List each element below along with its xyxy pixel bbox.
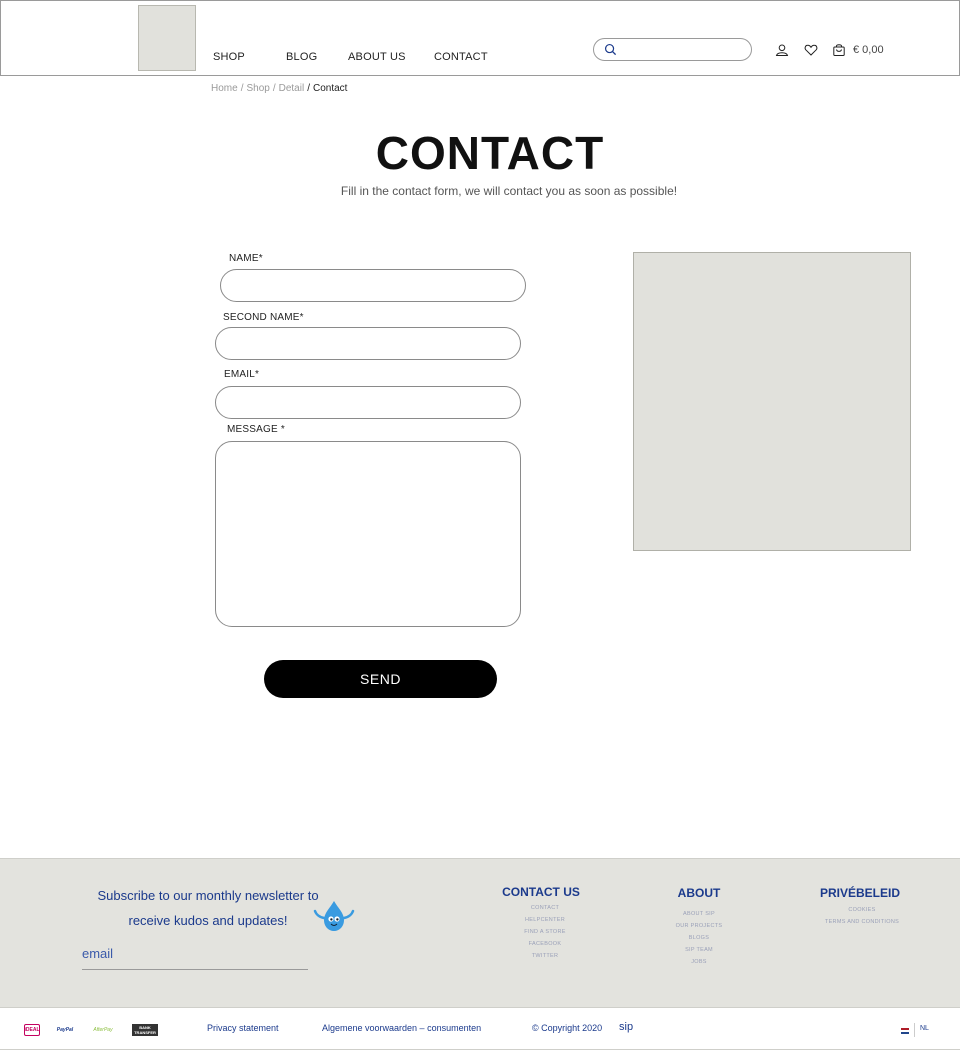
footer-link-contact[interactable]: CONTACT: [505, 902, 585, 914]
cart-total[interactable]: € 0,00: [853, 44, 884, 56]
search-icon[interactable]: [604, 43, 617, 56]
footer-link-our-projects[interactable]: OUR PROJECTS: [659, 920, 739, 932]
page-title: CONTACT: [375, 127, 605, 179]
paypal-logo: PayPal: [56, 1027, 74, 1033]
breadcrumb-detail[interactable]: Detail: [279, 83, 305, 94]
message-field[interactable]: [215, 441, 521, 627]
name-label: NAME*: [229, 253, 263, 264]
footer-link-twitter[interactable]: TWITTER: [505, 950, 585, 962]
afterpay-logo: AfterPay: [93, 1027, 113, 1033]
site-header: SHOP BLOG ABOUT US CONTACT € 0,00: [0, 0, 960, 76]
sip-brand-mark[interactable]: sip: [619, 1021, 633, 1033]
nav-shop[interactable]: SHOP: [213, 51, 245, 63]
water-drop-mascot-icon: [313, 901, 355, 931]
bottom-bar: iDEAL PayPal AfterPay BANK TRANSFER Priv…: [0, 1007, 960, 1050]
footer-link-blogs[interactable]: BLOGS: [659, 932, 739, 944]
cart-icon[interactable]: [832, 43, 846, 57]
footer-col-about-title: ABOUT: [677, 886, 721, 900]
newsletter-email-input[interactable]: [82, 938, 308, 969]
footer-link-cookies[interactable]: COOKIES: [812, 904, 912, 916]
message-textarea[interactable]: [216, 442, 520, 626]
name-input[interactable]: [221, 270, 525, 301]
footer-col-about-links: ABOUT SIP OUR PROJECTS BLOGS SIP TEAM JO…: [659, 908, 739, 968]
logo[interactable]: [138, 5, 196, 71]
footer-link-facebook[interactable]: FACEBOOK: [505, 938, 585, 950]
newsletter-email-field[interactable]: [82, 938, 308, 970]
footer: Subscribe to our monthly newsletter to r…: [0, 858, 960, 1007]
breadcrumb: Home / Shop / Detail / Contact: [211, 83, 348, 94]
breadcrumb-shop[interactable]: Shop: [246, 83, 269, 94]
footer-col-privacy-links: COOKIES TERMS AND CONDITIONS: [812, 904, 912, 928]
footer-col-contact-links: CONTACT HELPCENTER FIND A STORE FACEBOOK…: [505, 902, 585, 962]
netherlands-flag-icon[interactable]: [901, 1028, 909, 1034]
name-field[interactable]: [220, 269, 526, 302]
footer-link-jobs[interactable]: JOBS: [659, 956, 739, 968]
search-box[interactable]: [593, 38, 752, 61]
newsletter-text: Subscribe to our monthly newsletter to r…: [97, 888, 319, 928]
footer-link-sip-team[interactable]: SIP TEAM: [659, 944, 739, 956]
footer-link-find-a-store[interactable]: FIND A STORE: [505, 926, 585, 938]
terms-consumers-link[interactable]: Algemene voorwaarden – consumenten: [322, 1023, 481, 1033]
footer-link-helpcenter[interactable]: HELPCENTER: [505, 914, 585, 926]
footer-link-terms[interactable]: TERMS AND CONDITIONS: [812, 916, 912, 928]
nav-about-us[interactable]: ABOUT US: [348, 51, 406, 63]
language-selector[interactable]: NL: [920, 1025, 929, 1032]
page-subtitle: Fill in the contact form, we will contac…: [340, 184, 678, 198]
second-name-label: SECOND NAME*: [223, 312, 304, 323]
language-divider: [914, 1023, 915, 1037]
map-placeholder[interactable]: [633, 252, 911, 551]
second-name-field[interactable]: [215, 327, 521, 360]
privacy-statement-link[interactable]: Privacy statement: [207, 1023, 279, 1033]
email-label: EMAIL*: [224, 369, 260, 380]
message-label: MESSAGE *: [227, 424, 285, 435]
email-field[interactable]: [215, 386, 521, 419]
email-input[interactable]: [216, 387, 520, 418]
copyright-text: © Copyright 2020: [532, 1023, 603, 1033]
footer-col-contact-title: CONTACT US: [502, 885, 580, 899]
breadcrumb-home[interactable]: Home: [211, 83, 238, 94]
bank-transfer-logo: BANK TRANSFER: [132, 1024, 158, 1036]
send-button[interactable]: SEND: [264, 660, 497, 698]
search-input[interactable]: [622, 42, 742, 58]
nav-blog[interactable]: BLOG: [286, 51, 317, 63]
second-name-input[interactable]: [216, 328, 520, 359]
footer-col-privacy-title: PRIVÉBELEID: [819, 886, 900, 900]
ideal-logo: iDEAL: [24, 1024, 40, 1036]
nav-contact[interactable]: CONTACT: [434, 51, 488, 63]
heart-icon[interactable]: [804, 43, 818, 57]
footer-link-about-sip[interactable]: ABOUT SIP: [659, 908, 739, 920]
breadcrumb-current: Contact: [312, 83, 348, 94]
account-icon[interactable]: [775, 43, 789, 57]
